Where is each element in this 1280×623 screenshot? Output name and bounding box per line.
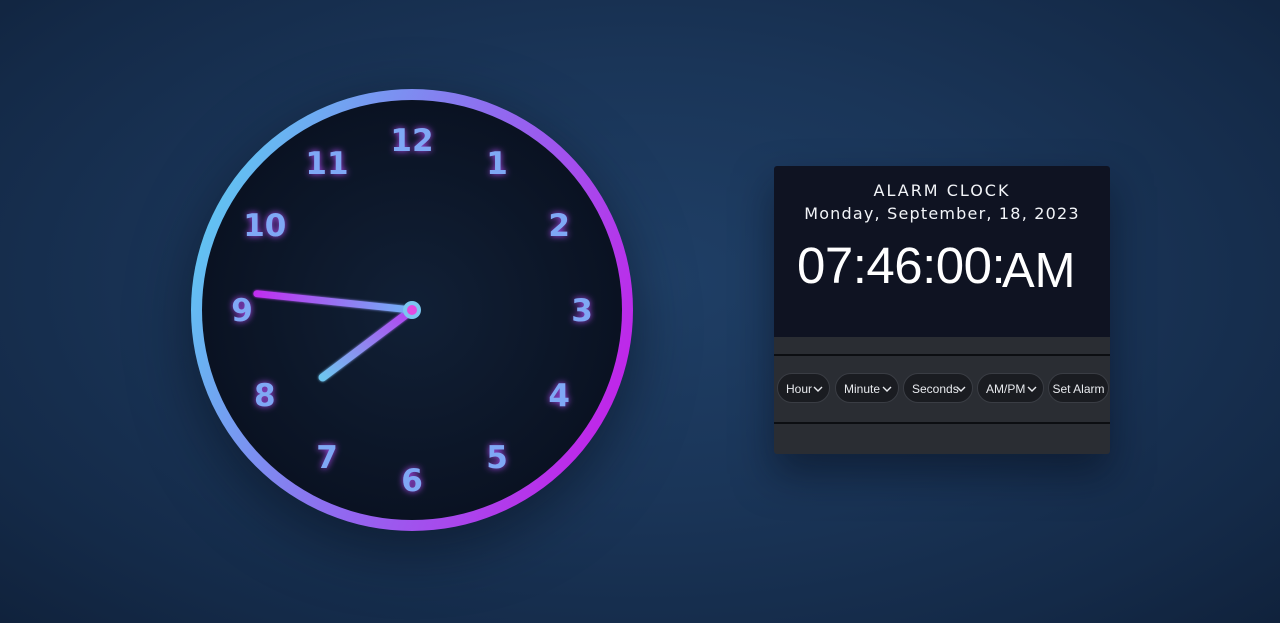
hour-select[interactable]: Hour bbox=[777, 373, 830, 403]
digital-time: 07:46:00: bbox=[797, 237, 1006, 294]
digital-ampm: AM bbox=[1002, 244, 1076, 298]
chevron-down-icon bbox=[956, 386, 966, 392]
alarm-display: ALARM CLOCK Monday, September, 18, 2023 … bbox=[774, 166, 1110, 337]
seconds-select-label: Seconds bbox=[912, 382, 959, 396]
minute-select[interactable]: Minute bbox=[835, 373, 899, 403]
alarm-title: ALARM CLOCK bbox=[873, 181, 1011, 200]
clock-numeral-5: 5 bbox=[486, 440, 508, 476]
clock-numeral-7: 7 bbox=[316, 440, 338, 476]
clock-numeral-4: 4 bbox=[548, 378, 570, 414]
set-alarm-button[interactable]: Set Alarm bbox=[1048, 373, 1109, 403]
seconds-select[interactable]: Seconds bbox=[903, 373, 973, 403]
chevron-down-icon bbox=[882, 386, 892, 392]
minute-select-label: Minute bbox=[844, 382, 881, 396]
clock-numeral-2: 2 bbox=[548, 208, 570, 244]
ampm-select-label: AM/PM bbox=[986, 382, 1026, 396]
hour-select-label: Hour bbox=[786, 382, 813, 396]
analog-clock-graphic: 121234567891011 bbox=[191, 89, 633, 531]
chevron-down-icon bbox=[1027, 386, 1037, 392]
clock-numeral-10: 10 bbox=[243, 208, 286, 244]
clock-numeral-1: 1 bbox=[486, 146, 508, 182]
clock-numeral-8: 8 bbox=[254, 378, 276, 414]
center-dot bbox=[407, 305, 417, 315]
divider-top bbox=[774, 354, 1110, 356]
clock-numeral-6: 6 bbox=[401, 463, 423, 499]
clock-numeral-11: 11 bbox=[305, 146, 348, 182]
alarm-controls: Hour Minute Seconds AM/PM Set Alarm bbox=[777, 373, 1109, 405]
divider-bottom bbox=[774, 422, 1110, 424]
ampm-select[interactable]: AM/PM bbox=[977, 373, 1044, 403]
alarm-panel: ALARM CLOCK Monday, September, 18, 2023 … bbox=[774, 166, 1110, 454]
alarm-date: Monday, September, 18, 2023 bbox=[804, 204, 1080, 223]
chevron-down-icon bbox=[813, 386, 823, 392]
clock-numeral-3: 3 bbox=[571, 293, 593, 329]
clock-numeral-9: 9 bbox=[231, 293, 253, 329]
analog-clock: 12 1 2 3 4 5 6 7 8 9 10 11 bbox=[191, 89, 633, 531]
